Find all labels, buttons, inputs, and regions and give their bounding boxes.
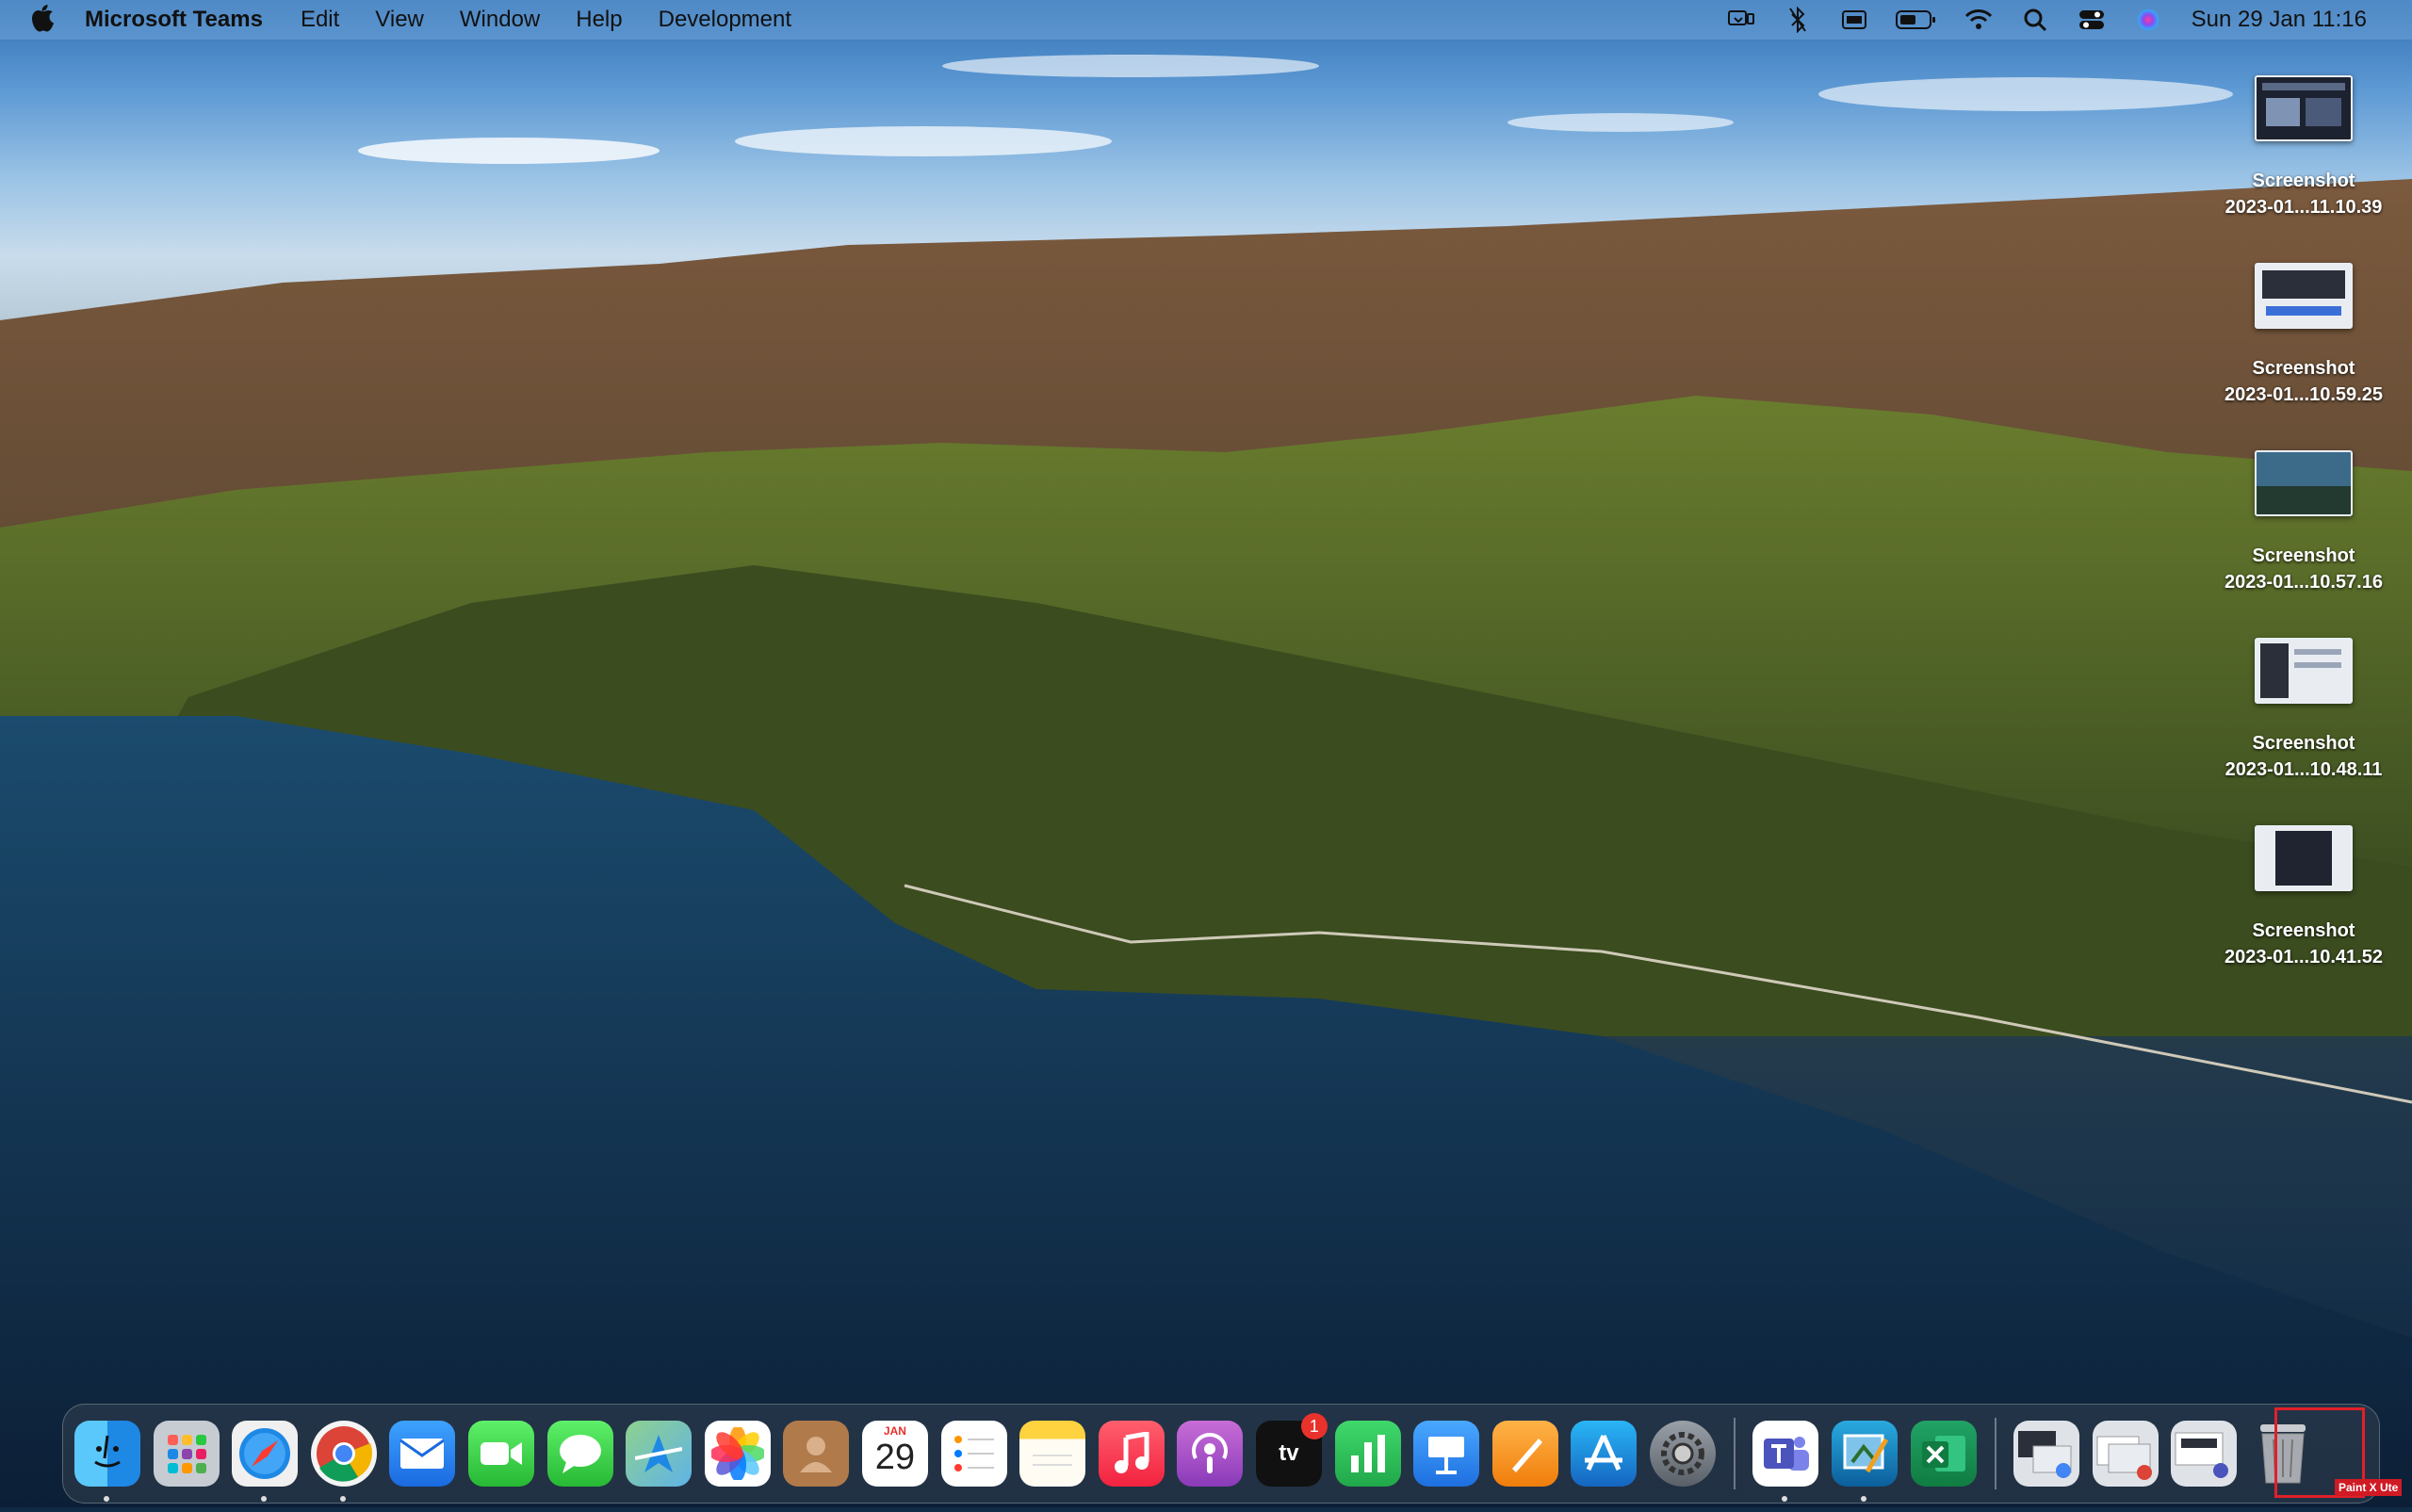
file-thumbnail [2255, 263, 2353, 329]
notes-icon[interactable] [1019, 1421, 1086, 1487]
stack-documents-icon[interactable] [2092, 1421, 2159, 1487]
messages-icon[interactable] [546, 1421, 613, 1487]
menu-bar: Microsoft Teams Edit View Window Help De… [0, 0, 2412, 40]
reminders-icon[interactable] [940, 1421, 1007, 1487]
pages-icon[interactable] [1491, 1421, 1558, 1487]
desktop-wallpaper [0, 0, 2412, 1507]
tv-label: tv [1279, 1440, 1299, 1466]
stack-downloads-icon[interactable] [2013, 1421, 2080, 1487]
chrome-icon[interactable] [310, 1421, 377, 1502]
siri-icon[interactable] [2133, 5, 2163, 35]
file-name: Screenshot [2252, 171, 2355, 191]
file-thumbnail [2255, 638, 2353, 704]
menu-edit[interactable]: Edit [301, 7, 339, 33]
file-subname: 2023-01...10.59.25 [2225, 384, 2383, 405]
system-settings-icon[interactable] [1649, 1421, 1716, 1487]
desktop-file-screenshot-2[interactable]: Screenshot 2023-01...10.59.25 [2195, 263, 2412, 423]
dock-separator [1734, 1418, 1736, 1489]
microsoft-teams-icon[interactable] [1752, 1421, 1819, 1502]
apple-tv-icon[interactable]: tv 1 [1255, 1413, 1328, 1487]
menu-development[interactable]: Development [659, 7, 791, 33]
desktop-file-screenshot-3[interactable]: Screenshot 2023-01...10.57.16 [2195, 450, 2412, 610]
podcasts-icon[interactable] [1177, 1421, 1244, 1487]
photos-icon[interactable] [704, 1421, 771, 1487]
menu-app-name[interactable]: Microsoft Teams [85, 7, 263, 33]
control-center-icon[interactable] [2077, 5, 2107, 35]
menu-window[interactable]: Window [460, 7, 540, 33]
calendar-icon[interactable]: JAN 29 [861, 1421, 928, 1487]
file-name: Screenshot [2252, 358, 2355, 379]
notification-badge: 1 [1300, 1413, 1328, 1439]
music-icon[interactable] [1098, 1421, 1165, 1487]
file-subname: 2023-01...10.48.11 [2225, 759, 2383, 780]
screen-mirroring-icon[interactable] [1726, 5, 1756, 35]
maps-icon[interactable] [626, 1421, 693, 1487]
apple-menu-icon[interactable] [28, 5, 58, 35]
facetime-icon[interactable] [467, 1421, 534, 1487]
finder-icon[interactable] [74, 1421, 140, 1502]
bluetooth-icon[interactable] [1783, 5, 1813, 35]
desktop-file-screenshot-1[interactable]: Screenshot 2023-01...11.10.39 [2195, 75, 2412, 236]
safari-icon[interactable] [232, 1421, 299, 1502]
calendar-day: 29 [874, 1438, 916, 1477]
file-name: Screenshot [2252, 920, 2355, 941]
big-sur-landscape [0, 55, 2412, 1507]
preview-icon[interactable] [1832, 1421, 1899, 1502]
launchpad-icon[interactable] [153, 1421, 220, 1487]
desktop-file-screenshot-5[interactable]: Screenshot 2023-01...10.41.52 [2195, 825, 2412, 985]
menu-help[interactable]: Help [576, 7, 622, 33]
excel-icon[interactable] [1910, 1421, 1977, 1487]
numbers-icon[interactable] [1334, 1421, 1401, 1487]
file-thumbnail [2255, 75, 2353, 141]
wifi-icon[interactable] [1964, 5, 1994, 35]
file-name: Screenshot [2252, 545, 2355, 566]
keynote-icon[interactable] [1413, 1421, 1480, 1487]
file-thumbnail [2255, 450, 2353, 516]
file-name: Screenshot [2252, 733, 2355, 754]
mail-icon[interactable] [389, 1421, 456, 1487]
desktop-file-screenshot-4[interactable]: Screenshot 2023-01...10.48.11 [2195, 638, 2412, 798]
file-subname: 2023-01...11.10.39 [2225, 197, 2383, 218]
app-store-icon[interactable] [1571, 1421, 1638, 1487]
spotlight-search-icon[interactable] [2020, 5, 2050, 35]
file-thumbnail [2255, 825, 2353, 891]
file-subname: 2023-01...10.41.52 [2225, 947, 2383, 967]
battery-icon[interactable] [1895, 5, 1937, 35]
file-subname: 2023-01...10.57.16 [2225, 572, 2383, 593]
menu-bar-clock[interactable]: Sun 29 Jan 11:16 [2192, 7, 2367, 33]
stack-screenshots-icon[interactable] [2171, 1421, 2238, 1487]
keyboard-input-icon[interactable] [1839, 5, 1869, 35]
watermark-label: Paint X Ute [2335, 1479, 2403, 1496]
dock: JAN 29 tv 1 [62, 1404, 2380, 1504]
calendar-month: JAN [883, 1424, 906, 1438]
dock-separator [1995, 1418, 1997, 1489]
menu-view[interactable]: View [375, 7, 424, 33]
contacts-icon[interactable] [783, 1421, 850, 1487]
